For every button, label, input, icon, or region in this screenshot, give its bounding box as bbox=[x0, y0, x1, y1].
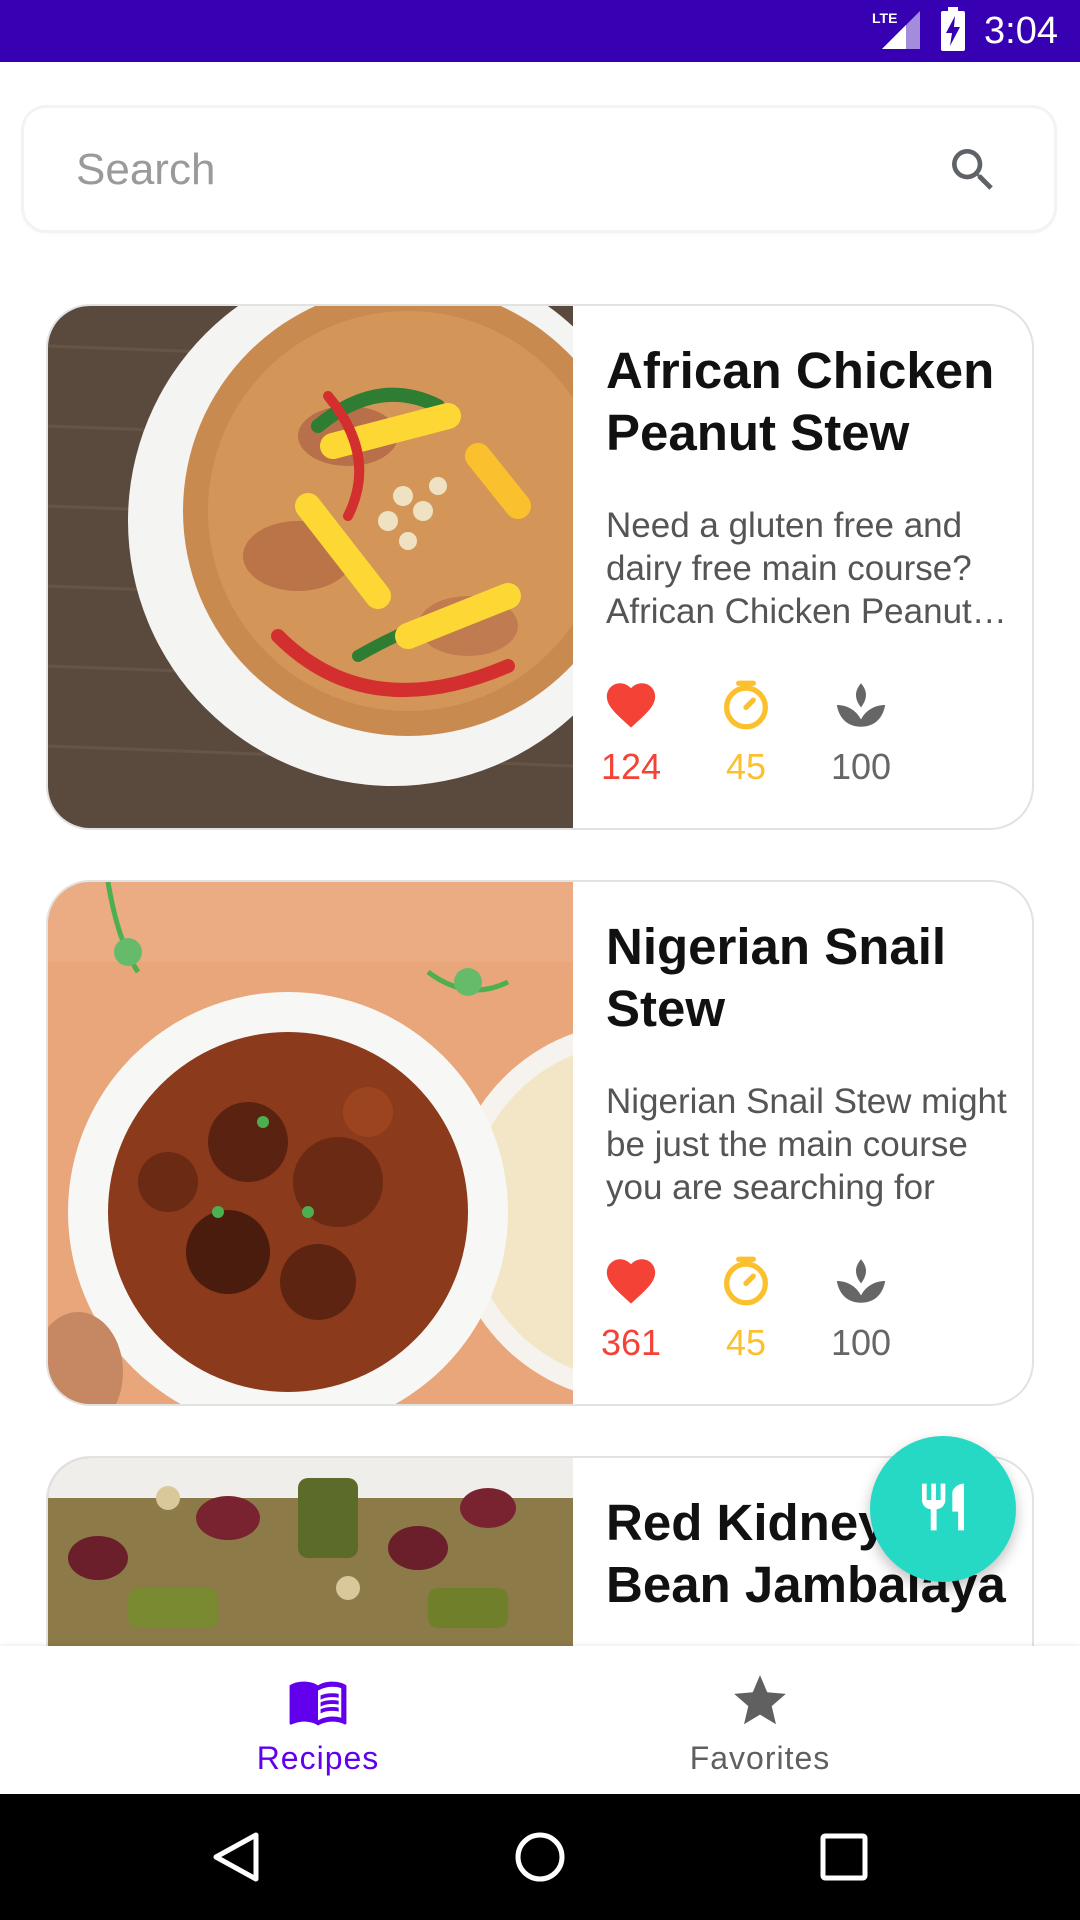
search-input[interactable] bbox=[74, 134, 918, 206]
recipe-description: Need a gluten free and dairy free main c… bbox=[606, 506, 972, 631]
search-bar[interactable] bbox=[24, 108, 1054, 230]
recipe-list[interactable]: African Chicken Peanut Stew Need a glute… bbox=[0, 240, 1080, 1646]
recipe-stats: 361 45 100 bbox=[601, 1252, 1016, 1372]
battery-charging-icon bbox=[940, 6, 966, 56]
health-score: 100 bbox=[830, 746, 892, 787]
time-minutes: 45 bbox=[725, 746, 767, 787]
status-time: 3:04 bbox=[984, 9, 1058, 52]
back-icon[interactable] bbox=[208, 1829, 264, 1885]
star-icon bbox=[630, 1670, 890, 1732]
recipe-title: African Chicken Peanut Stew bbox=[606, 342, 995, 461]
restaurant-icon bbox=[915, 1479, 971, 1540]
health-score: 100 bbox=[830, 1322, 892, 1363]
fab-recipes-button[interactable] bbox=[870, 1436, 1016, 1582]
nav-label-favorites: Favorites bbox=[689, 1740, 831, 1776]
recipe-title: Nigerian Snail Stew bbox=[606, 918, 947, 1037]
recipe-stats: 124 45 100 bbox=[601, 676, 1016, 796]
svg-text:LTE: LTE bbox=[872, 10, 897, 26]
recipe-image bbox=[48, 882, 573, 1404]
status-bar: LTE 3:04 bbox=[0, 0, 1080, 62]
nav-label-recipes: Recipes bbox=[256, 1740, 380, 1776]
time-stat: 45 bbox=[691, 1252, 801, 1364]
recents-icon[interactable] bbox=[816, 1829, 872, 1885]
time-stat: 45 bbox=[691, 676, 801, 788]
health-stat: 100 bbox=[806, 1252, 916, 1364]
search-icon[interactable] bbox=[945, 142, 1001, 198]
leaf-icon bbox=[806, 676, 916, 734]
clock-icon bbox=[691, 676, 801, 734]
likes-stat: 361 bbox=[576, 1252, 686, 1364]
bottom-navigation: Recipes Favorites bbox=[0, 1646, 1080, 1794]
nav-item-favorites[interactable]: Favorites bbox=[630, 1670, 890, 1777]
home-icon[interactable] bbox=[512, 1829, 568, 1885]
recipe-image bbox=[48, 306, 573, 828]
recipe-card[interactable]: Nigerian Snail Stew Nigerian Snail Stew … bbox=[46, 880, 1034, 1406]
system-navigation-bar bbox=[0, 1794, 1080, 1920]
likes-count: 361 bbox=[600, 1322, 662, 1363]
clock-icon bbox=[691, 1252, 801, 1310]
leaf-icon bbox=[806, 1252, 916, 1310]
heart-icon bbox=[576, 1252, 686, 1310]
recipe-card[interactable]: African Chicken Peanut Stew Need a glute… bbox=[46, 304, 1034, 830]
time-minutes: 45 bbox=[725, 1322, 767, 1363]
status-icons: LTE 3:04 bbox=[872, 6, 1058, 56]
menu-book-icon bbox=[188, 1670, 448, 1732]
recipe-description: Nigerian Snail Stew might be just the ma… bbox=[606, 1082, 1007, 1207]
likes-stat: 124 bbox=[576, 676, 686, 788]
likes-count: 124 bbox=[600, 746, 662, 787]
recipe-image bbox=[48, 1458, 573, 1646]
heart-icon bbox=[576, 676, 686, 734]
nav-item-recipes[interactable]: Recipes bbox=[188, 1670, 448, 1777]
health-stat: 100 bbox=[806, 676, 916, 788]
lte-signal-icon: LTE bbox=[872, 7, 922, 56]
